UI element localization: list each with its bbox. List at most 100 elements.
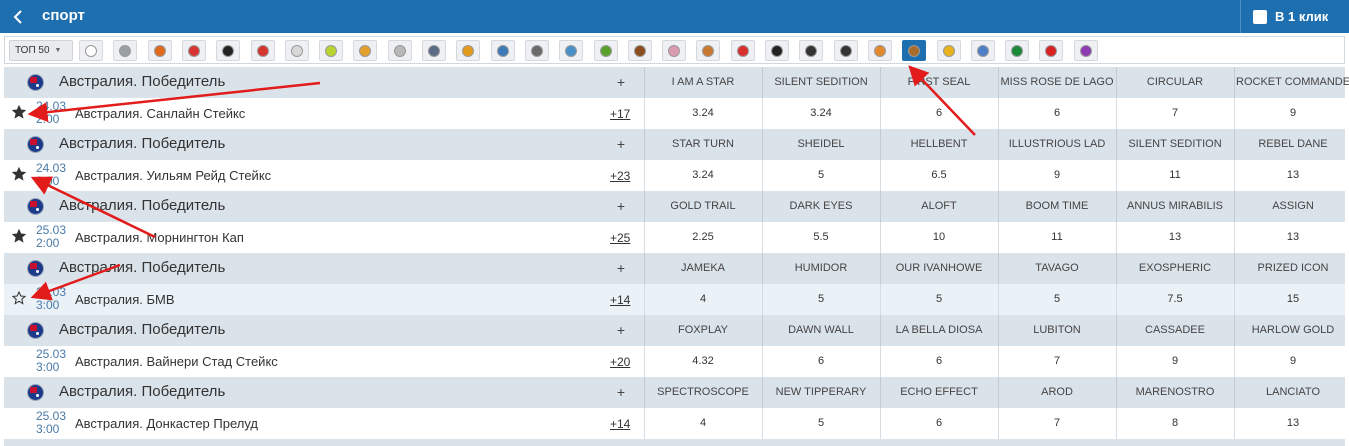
golf-filter-button[interactable] (284, 40, 309, 61)
odds-button[interactable]: 2.25 (646, 231, 760, 243)
odds-button[interactable]: 7 (1118, 107, 1232, 119)
odds-button[interactable]: 6 (764, 355, 878, 367)
star-filled-icon[interactable] (12, 167, 26, 181)
odds-button[interactable]: 5.5 (764, 231, 878, 243)
star-filled-icon[interactable] (12, 229, 26, 243)
greyhound-racing-filter-button[interactable] (902, 40, 927, 61)
tennis-filter-button[interactable] (319, 40, 344, 61)
event-row[interactable]: 25.03 3:00 Австралия. Донкастер Прелуд +14 4… (4, 408, 1345, 439)
tire-filter-button[interactable] (216, 40, 241, 61)
boxing-glove-filter-button[interactable] (181, 40, 206, 61)
odds-button[interactable]: 13 (1236, 169, 1349, 181)
odds-button[interactable]: 5 (764, 169, 878, 181)
event-name[interactable]: Австралия. Вайнери Стад Стейкс (75, 354, 278, 369)
odds-button[interactable]: 5 (764, 417, 878, 429)
odds-button[interactable]: 6 (882, 107, 996, 119)
odds-button[interactable]: 7.5 (1118, 293, 1232, 305)
top50-dropdown[interactable]: ТОП 50 ▼ (9, 40, 73, 61)
event-row[interactable]: 24.03 3:00 Австралия. Уильям Рейд Стейкс +2… (4, 160, 1345, 191)
odds-button[interactable]: 6 (1000, 107, 1114, 119)
event-row[interactable]: 25.03 3:00 Австралия. БМВ +14 4 5 5 5 7.5 15 (4, 284, 1345, 315)
billiards-filter-button[interactable] (456, 40, 481, 61)
baseball-filter-button[interactable] (387, 40, 412, 61)
odds-button[interactable]: 3.24 (646, 169, 760, 181)
more-markets-link[interactable]: +20 (610, 355, 630, 369)
cap-filter-button[interactable] (490, 40, 515, 61)
more-markets-link[interactable]: +25 (610, 231, 630, 245)
event-row[interactable]: 25.03 3:00 Австралия. Вайнери Стад Стейкс +… (4, 346, 1345, 377)
odds-button[interactable]: 15 (1236, 293, 1349, 305)
event-name[interactable]: Австралия. Донкастер Прелуд (75, 416, 258, 431)
event-row[interactable]: 25.03 2:00 Австралия. Морнингтон Кап +25 2.2… (4, 222, 1345, 253)
odds-button[interactable]: 9 (1236, 107, 1349, 119)
expand-plus-button[interactable]: + (614, 198, 628, 214)
odds-button[interactable]: 5 (882, 293, 996, 305)
table-tennis-filter-button[interactable] (1039, 40, 1064, 61)
hockey-filter-button[interactable] (113, 40, 138, 61)
more-markets-link[interactable]: +23 (610, 169, 630, 183)
basketball-filter-button[interactable] (147, 40, 172, 61)
event-name[interactable]: Австралия. БМВ (75, 292, 175, 307)
soccer-filter-button[interactable] (79, 40, 103, 61)
table-filter-button[interactable] (867, 40, 892, 61)
more-markets-link[interactable]: +14 (610, 417, 630, 431)
star-outline-icon[interactable] (12, 291, 26, 305)
american-football-filter-button[interactable] (627, 40, 652, 61)
handball-filter-button[interactable] (662, 40, 687, 61)
expand-plus-button[interactable]: + (614, 260, 628, 276)
expand-plus-button[interactable]: + (614, 384, 628, 400)
event-name[interactable]: Австралия. Санлайн Стейкс (75, 106, 245, 121)
trotting-horse-filter-button[interactable] (833, 40, 858, 61)
event-row[interactable]: 24.03 2:00 Австралия. Санлайн Стейкс +17 3.2… (4, 98, 1345, 129)
odds-button[interactable]: 13 (1236, 417, 1349, 429)
horse-racing-filter-button[interactable] (696, 40, 721, 61)
darts-filter-button[interactable] (730, 40, 755, 61)
odds-button[interactable]: 6 (882, 417, 996, 429)
odds-button[interactable]: 7 (1000, 417, 1114, 429)
badminton-filter-button[interactable] (970, 40, 995, 61)
star-filled-icon[interactable] (12, 105, 26, 119)
odds-button[interactable]: 3.24 (646, 107, 760, 119)
odds-button[interactable]: 13 (1236, 231, 1349, 243)
odds-button[interactable]: 9 (1000, 169, 1114, 181)
odds-button[interactable]: 6 (882, 355, 996, 367)
one-click-toggle[interactable]: В 1 клик (1253, 8, 1328, 25)
odds-button[interactable]: 11 (1000, 231, 1114, 243)
expand-plus-button[interactable]: + (614, 322, 628, 338)
odds-button[interactable]: 8 (1118, 417, 1232, 429)
yin-yang-filter-button[interactable] (765, 40, 789, 61)
volleyball-ball-filter-button[interactable] (353, 40, 378, 61)
ball-purple-filter-button[interactable] (1073, 40, 1098, 61)
helmet-filter-button[interactable] (936, 40, 961, 61)
odds-button[interactable]: 6.5 (882, 169, 996, 181)
odds-button[interactable]: 13 (1118, 231, 1232, 243)
finish-flag-filter-button[interactable] (524, 40, 549, 61)
odds-button[interactable]: 4 (646, 293, 760, 305)
australia-flag-icon (27, 74, 44, 91)
odds-button[interactable]: 11 (1118, 169, 1232, 181)
odds-button[interactable]: 5 (764, 293, 878, 305)
odds-button[interactable]: 3.24 (764, 107, 878, 119)
expand-plus-button[interactable]: + (614, 74, 628, 90)
volleyball-filter-button[interactable] (250, 40, 275, 61)
odds-button[interactable]: 9 (1236, 355, 1349, 367)
odds-button[interactable]: 4 (646, 417, 760, 429)
odds-button[interactable]: 7 (1000, 355, 1114, 367)
more-markets-link[interactable]: +17 (610, 107, 630, 121)
horse-filter-button[interactable] (799, 40, 824, 61)
odds-button[interactable]: 4.32 (646, 355, 760, 367)
event-name[interactable]: Австралия. Уильям Рейд Стейкс (75, 168, 271, 183)
odds-button[interactable]: 9 (1118, 355, 1232, 367)
eye-filter-button[interactable] (1005, 40, 1030, 61)
event-name[interactable]: Австралия. Морнингтон Кап (75, 230, 244, 245)
odds-button[interactable]: 10 (882, 231, 996, 243)
more-markets-link[interactable]: +14 (610, 293, 630, 307)
back-button[interactable] (4, 0, 32, 33)
rugby-ball-filter-button[interactable] (593, 40, 618, 61)
one-click-checkbox[interactable] (1253, 9, 1267, 24)
column-divider (1234, 129, 1235, 160)
odds-button[interactable]: 5 (1000, 293, 1114, 305)
gamepad-filter-button[interactable] (422, 40, 446, 61)
expand-plus-button[interactable]: + (614, 136, 628, 152)
shark-filter-button[interactable] (559, 40, 584, 61)
